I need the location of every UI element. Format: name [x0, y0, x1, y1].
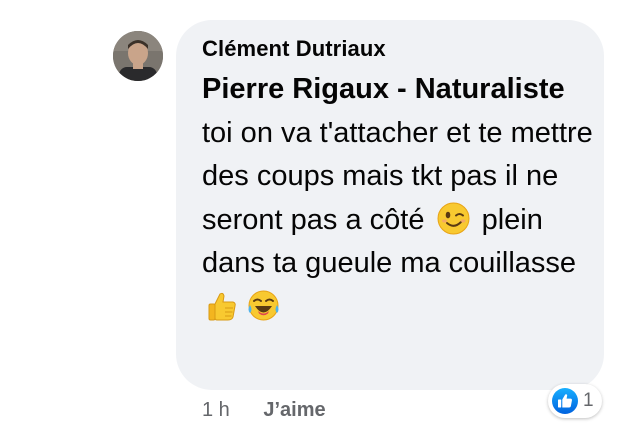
comment-timestamp[interactable]: 1 h [202, 399, 230, 421]
comment-text: Pierre Rigaux - Naturaliste toi on va t'… [202, 68, 597, 329]
like-reaction-icon [552, 388, 578, 414]
comment-author-name[interactable]: Clément Dutriaux [202, 34, 584, 64]
like-button[interactable]: J’aime [263, 399, 325, 421]
comment-footer: 1 h J’aime [202, 396, 326, 424]
mention-link[interactable]: Pierre Rigaux - Naturaliste [202, 73, 565, 105]
reaction-summary[interactable]: 1 [548, 384, 602, 418]
reaction-count: 1 [583, 390, 594, 411]
thumbs-up-emoji [206, 289, 239, 322]
avatar-photo [113, 31, 163, 81]
author-avatar[interactable] [113, 31, 163, 81]
winking-face-emoji [437, 202, 470, 235]
comment-bubble: Clément Dutriaux Pierre Rigaux - Natural… [176, 20, 604, 390]
tears-of-joy-emoji [247, 289, 280, 322]
